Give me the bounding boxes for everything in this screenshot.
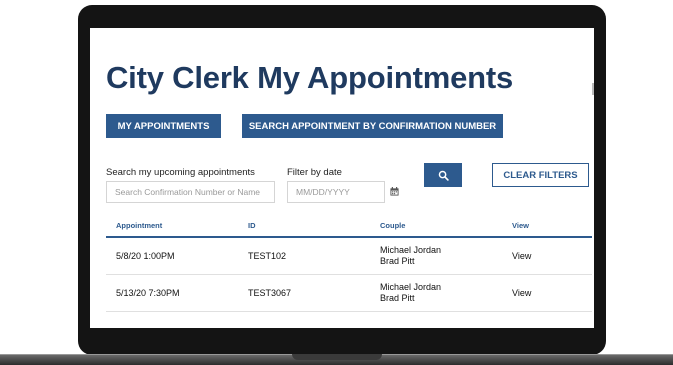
search-icon xyxy=(438,170,449,181)
view-link[interactable]: View xyxy=(502,274,592,312)
clear-filters-button[interactable]: CLEAR FILTERS xyxy=(492,163,589,187)
column-header-view[interactable]: View xyxy=(502,214,592,238)
appointment-id: TEST3067 xyxy=(238,274,370,312)
couple-cell: Michael Jordan Brad Pitt xyxy=(370,237,502,275)
search-by-confirmation-button[interactable]: SEARCH APPOINTMENT BY CONFIRMATION NUMBE… xyxy=(242,114,503,138)
couple-name: Brad Pitt xyxy=(380,256,415,266)
scrollbar[interactable] xyxy=(592,83,594,95)
my-appointments-button[interactable]: MY APPOINTMENTS xyxy=(106,114,221,138)
search-input[interactable] xyxy=(106,181,275,203)
column-header-couple[interactable]: Couple xyxy=(370,214,502,238)
laptop-bezel xyxy=(90,328,594,352)
column-header-appointment[interactable]: Appointment xyxy=(106,214,238,238)
appointment-datetime: 5/13/20 7:30PM xyxy=(106,274,238,312)
couple-name: Michael Jordan xyxy=(380,282,442,292)
appointment-id: TEST102 xyxy=(238,237,370,275)
calendar-icon[interactable] xyxy=(390,187,399,196)
couple-name: Michael Jordan xyxy=(380,245,442,255)
search-label: Search my upcoming appointments xyxy=(106,167,255,178)
couple-cell: Michael Jordan Brad Pitt xyxy=(370,274,502,312)
search-button[interactable] xyxy=(424,163,462,187)
view-link[interactable]: View xyxy=(502,237,592,275)
browser-viewport: City Clerk My Appointments MY APPOINTMEN… xyxy=(90,28,594,328)
date-filter-input[interactable] xyxy=(287,181,385,203)
table-row: 5/13/20 7:30PM TEST3067 Michael Jordan B… xyxy=(106,274,592,312)
date-filter-label: Filter by date xyxy=(287,167,342,178)
appointments-table: Appointment ID Couple View 5/8/20 1:00PM… xyxy=(106,214,592,312)
laptop-notch xyxy=(292,354,382,360)
table-row: 5/8/20 1:00PM TEST102 Michael Jordan Bra… xyxy=(106,237,592,275)
column-header-id[interactable]: ID xyxy=(238,214,370,238)
page-title: City Clerk My Appointments xyxy=(106,60,514,95)
appointment-datetime: 5/8/20 1:00PM xyxy=(106,237,238,275)
couple-name: Brad Pitt xyxy=(380,293,415,303)
table-header-row: Appointment ID Couple View xyxy=(106,214,592,238)
